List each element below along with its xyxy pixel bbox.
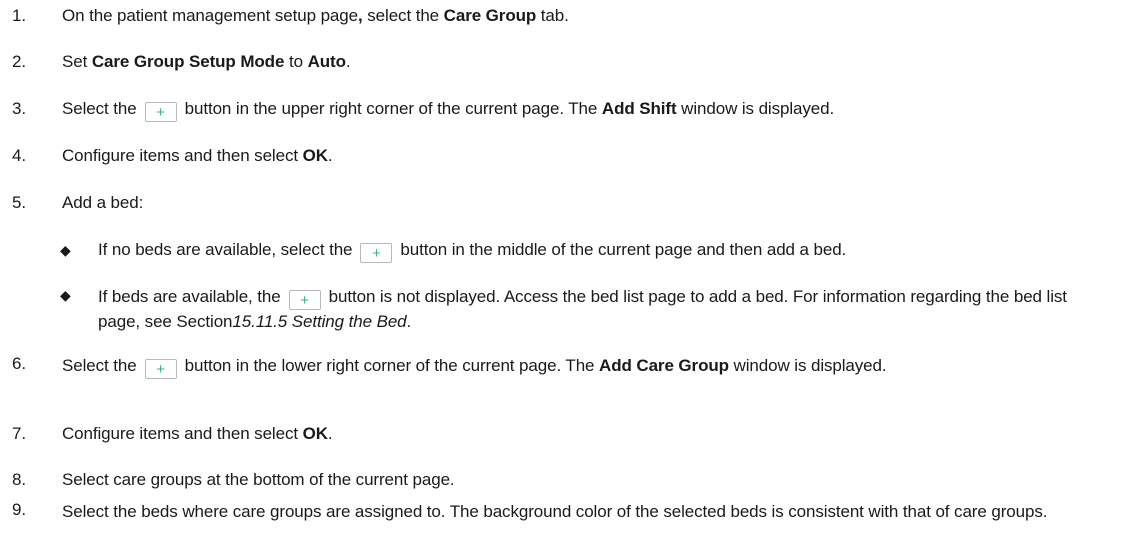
diamond-bullet-icon: ◆ (60, 287, 71, 303)
step-text: Select the beds where care groups are as… (62, 502, 1048, 521)
bullet-text: If no beds are available, select the + but… (98, 240, 847, 263)
step-text: On the patient management setup page, se… (62, 6, 569, 25)
add-button-icon: + (360, 243, 393, 263)
step-number: 4. (12, 146, 26, 165)
step-text: Select care groups at the bottom of the … (62, 470, 455, 489)
step-text: Configure items and then select OK. (62, 424, 333, 443)
step-number: 7. (12, 424, 26, 443)
step-number: 8. (12, 470, 26, 489)
step-text: Configure items and then select OK. (62, 146, 333, 165)
step-number: 3. (12, 99, 26, 118)
step-text: Add a bed: (62, 193, 144, 212)
step-text: Select the + button in the upper right cor… (62, 99, 835, 122)
step-number: 1. (12, 6, 26, 25)
add-button-icon: + (144, 102, 177, 122)
step-number: 2. (12, 52, 26, 71)
add-button-icon: + (144, 359, 177, 379)
bullet-text: If beds are available, the + button is not… (98, 287, 1067, 331)
add-button-icon: + (288, 290, 321, 310)
step-text: Set Care Group Setup Mode to Auto. (62, 52, 351, 71)
step-number: 6. (12, 354, 26, 373)
step-number: 5. (12, 193, 26, 212)
step-text: Select the + button in the lower right cor… (62, 356, 887, 379)
diamond-bullet-icon: ◆ (60, 242, 71, 258)
step-number: 9. (12, 500, 26, 519)
